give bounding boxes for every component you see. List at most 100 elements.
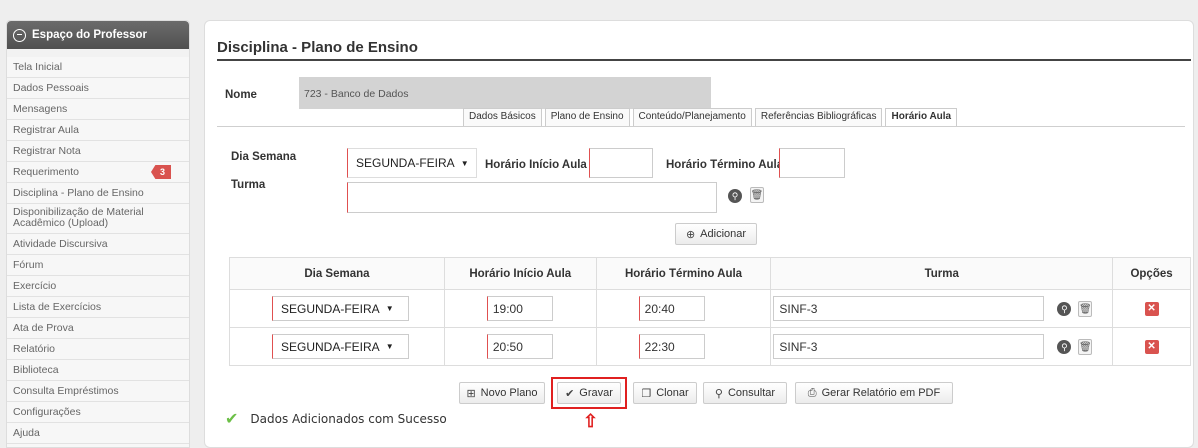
dropdown-arrow-icon: ▼ bbox=[385, 304, 394, 313]
search-icon[interactable]: ⚲ bbox=[1057, 302, 1072, 316]
sidebar-item-material-upload[interactable]: Disponibilização de Material Acadêmico (… bbox=[7, 204, 189, 234]
title-divider bbox=[217, 59, 1191, 61]
sidebar-item-label: Biblioteca bbox=[13, 364, 59, 376]
check-circle-icon: ✔ bbox=[565, 387, 575, 400]
main-panel: Disciplina - Plano de Ensino Nome 723 - … bbox=[204, 20, 1194, 448]
gerar-pdf-button[interactable]: ⎙ Gerar Relatório em PDF bbox=[795, 382, 953, 404]
dropdown-arrow-icon: ▼ bbox=[385, 342, 394, 351]
sidebar-item-registrar-aula[interactable]: Registrar Aula bbox=[7, 120, 189, 141]
sidebar-item-label: Ata de Prova bbox=[13, 322, 74, 334]
termino-input[interactable] bbox=[779, 148, 845, 178]
cell-termino: 22:30 bbox=[595, 327, 772, 366]
sidebar-item-label: Disponibilização de Material Acadêmico (… bbox=[13, 206, 144, 229]
gravar-button[interactable]: ✔ Gravar bbox=[557, 382, 621, 404]
row-turma-input[interactable]: SINF-3 bbox=[773, 296, 1045, 321]
termino-label: Horário Término Aula bbox=[666, 159, 784, 171]
sidebar-item-label: Exercício bbox=[13, 280, 57, 292]
sidebar-item-label: Ajuda bbox=[13, 427, 40, 439]
cell-dia: SEGUNDA-FEIRA ▼ bbox=[229, 289, 445, 328]
printer-icon: ⎙ bbox=[807, 386, 817, 399]
adicionar-label: Adicionar bbox=[700, 228, 747, 240]
row-inicio-input[interactable]: 20:50 bbox=[486, 334, 553, 359]
tab-dados-basicos[interactable]: Dados Básicos bbox=[463, 108, 542, 126]
sidebar-item-relatorio[interactable]: Relatório bbox=[7, 339, 189, 360]
horarios-table: Dia Semana Horário Início Aula Horário T… bbox=[229, 257, 1191, 366]
nome-field: 723 - Banco de Dados bbox=[299, 77, 711, 109]
row-termino-input[interactable]: 20:40 bbox=[638, 296, 705, 321]
row-turma-input[interactable]: SINF-3 bbox=[773, 334, 1045, 359]
sidebar-item-label: Tela Inicial bbox=[13, 61, 63, 73]
turma-label: Turma bbox=[231, 179, 266, 191]
row-dia-select[interactable]: SEGUNDA-FEIRA ▼ bbox=[272, 296, 409, 321]
col-header-opcoes: Opções bbox=[1112, 257, 1191, 290]
dia-semana-label: Dia Semana bbox=[231, 151, 297, 163]
sidebar-item-label: Disciplina - Plano de Ensino bbox=[13, 187, 144, 199]
trash-icon[interactable]: 🗑 bbox=[1078, 339, 1093, 355]
sidebar-item-forum[interactable]: Fórum bbox=[7, 255, 189, 276]
turma-input[interactable] bbox=[347, 182, 717, 213]
row-dia-value: SEGUNDA-FEIRA bbox=[281, 301, 380, 316]
sidebar-item-tela-inicial[interactable]: Tela Inicial bbox=[7, 57, 189, 78]
sidebar-item-label: Requerimento bbox=[13, 166, 79, 178]
trash-icon[interactable]: 🗑 bbox=[1078, 301, 1093, 317]
minus-circle-icon: – bbox=[13, 28, 26, 42]
dia-semana-select[interactable]: SEGUNDA-FEIRA ▼ bbox=[347, 148, 477, 178]
tab-conteudo-planejamento[interactable]: Conteúdo/Planejamento bbox=[632, 108, 752, 126]
nome-label: Nome bbox=[225, 89, 257, 101]
tab-referencias[interactable]: Referências Bibliográficas bbox=[754, 108, 883, 126]
cell-dia: SEGUNDA-FEIRA ▼ bbox=[229, 327, 445, 366]
tab-divider bbox=[217, 126, 1185, 127]
cell-opcoes: ✕ bbox=[1112, 289, 1191, 328]
search-icon[interactable]: ⚲ bbox=[1057, 340, 1072, 354]
sidebar-item-label: Registrar Aula bbox=[13, 124, 79, 136]
search-icon[interactable]: ⚲ bbox=[728, 189, 742, 203]
trash-icon[interactable]: 🗑 bbox=[750, 187, 764, 203]
novo-plano-button[interactable]: ⊞ Novo Plano bbox=[459, 382, 545, 404]
clonar-button[interactable]: ❐ Clonar bbox=[633, 382, 697, 404]
tab-horario-aula[interactable]: Horário Aula bbox=[885, 108, 958, 126]
cell-termino: 20:40 bbox=[595, 289, 772, 328]
search-icon: ⚲ bbox=[714, 387, 723, 400]
sidebar-spacer bbox=[7, 49, 189, 57]
sidebar-item-label: Registrar Nota bbox=[13, 145, 81, 157]
row-dia-select[interactable]: SEGUNDA-FEIRA ▼ bbox=[272, 334, 409, 359]
gravar-label: Gravar bbox=[579, 387, 613, 399]
row-dia-value: SEGUNDA-FEIRA bbox=[281, 339, 380, 354]
sidebar-item-mensagens[interactable]: Mensagens bbox=[7, 99, 189, 120]
cell-turma: SINF-3 ⚲ 🗑 bbox=[770, 289, 1114, 328]
delete-row-icon[interactable]: ✕ bbox=[1144, 301, 1159, 316]
sidebar-item-atividade-discursiva[interactable]: Atividade Discursiva bbox=[7, 234, 189, 255]
sidebar-item-label: Atividade Discursiva bbox=[13, 238, 108, 250]
sidebar-item-ajuda[interactable]: Ajuda bbox=[7, 423, 189, 444]
sidebar-item-ata-prova[interactable]: Ata de Prova bbox=[7, 318, 189, 339]
sidebar-item-registrar-nota[interactable]: Registrar Nota bbox=[7, 141, 189, 162]
consultar-label: Consultar bbox=[727, 387, 776, 399]
col-header-termino: Horário Término Aula bbox=[595, 257, 772, 290]
consultar-button[interactable]: ⚲ Consultar bbox=[703, 382, 787, 404]
tab-plano-ensino[interactable]: Plano de Ensino bbox=[544, 108, 630, 126]
sidebar-item-requerimento[interactable]: Requerimento 3 bbox=[7, 162, 189, 183]
delete-row-icon[interactable]: ✕ bbox=[1144, 339, 1159, 354]
sidebar-item-exercicio[interactable]: Exercício bbox=[7, 276, 189, 297]
sidebar-item-lista-exercicios[interactable]: Lista de Exercícios bbox=[7, 297, 189, 318]
sidebar-item-dados-pessoais[interactable]: Dados Pessoais bbox=[7, 78, 189, 99]
sidebar-item-label: Configurações bbox=[13, 406, 81, 418]
inicio-input[interactable] bbox=[589, 148, 653, 178]
sidebar-item-biblioteca[interactable]: Biblioteca bbox=[7, 360, 189, 381]
novo-plano-label: Novo Plano bbox=[480, 387, 538, 399]
sidebar-header[interactable]: – Espaço do Professor bbox=[7, 21, 189, 49]
dropdown-arrow-icon: ▼ bbox=[460, 158, 469, 168]
sidebar-item-label: Dados Pessoais bbox=[13, 82, 89, 94]
sidebar-item-configuracoes[interactable]: Configurações bbox=[7, 402, 189, 423]
row-termino-input[interactable]: 22:30 bbox=[638, 334, 705, 359]
sidebar-item-label: Consulta Empréstimos bbox=[13, 385, 119, 397]
sidebar-item-disciplina-plano[interactable]: Disciplina - Plano de Ensino bbox=[7, 183, 189, 204]
row-inicio-input[interactable]: 19:00 bbox=[486, 296, 553, 321]
cell-turma: SINF-3 ⚲ 🗑 bbox=[770, 327, 1114, 366]
sidebar-item-consulta-emprestimos[interactable]: Consulta Empréstimos bbox=[7, 381, 189, 402]
adicionar-button[interactable]: ⊕ Adicionar bbox=[675, 223, 757, 245]
gerar-pdf-label: Gerar Relatório em PDF bbox=[821, 387, 941, 399]
table-header-row: Dia Semana Horário Início Aula Horário T… bbox=[229, 257, 1191, 290]
table-row: SEGUNDA-FEIRA ▼ 20:50 22:30 SINF-3 ⚲ 🗑 ✕ bbox=[229, 327, 1191, 366]
notification-badge: 3 bbox=[150, 165, 171, 179]
